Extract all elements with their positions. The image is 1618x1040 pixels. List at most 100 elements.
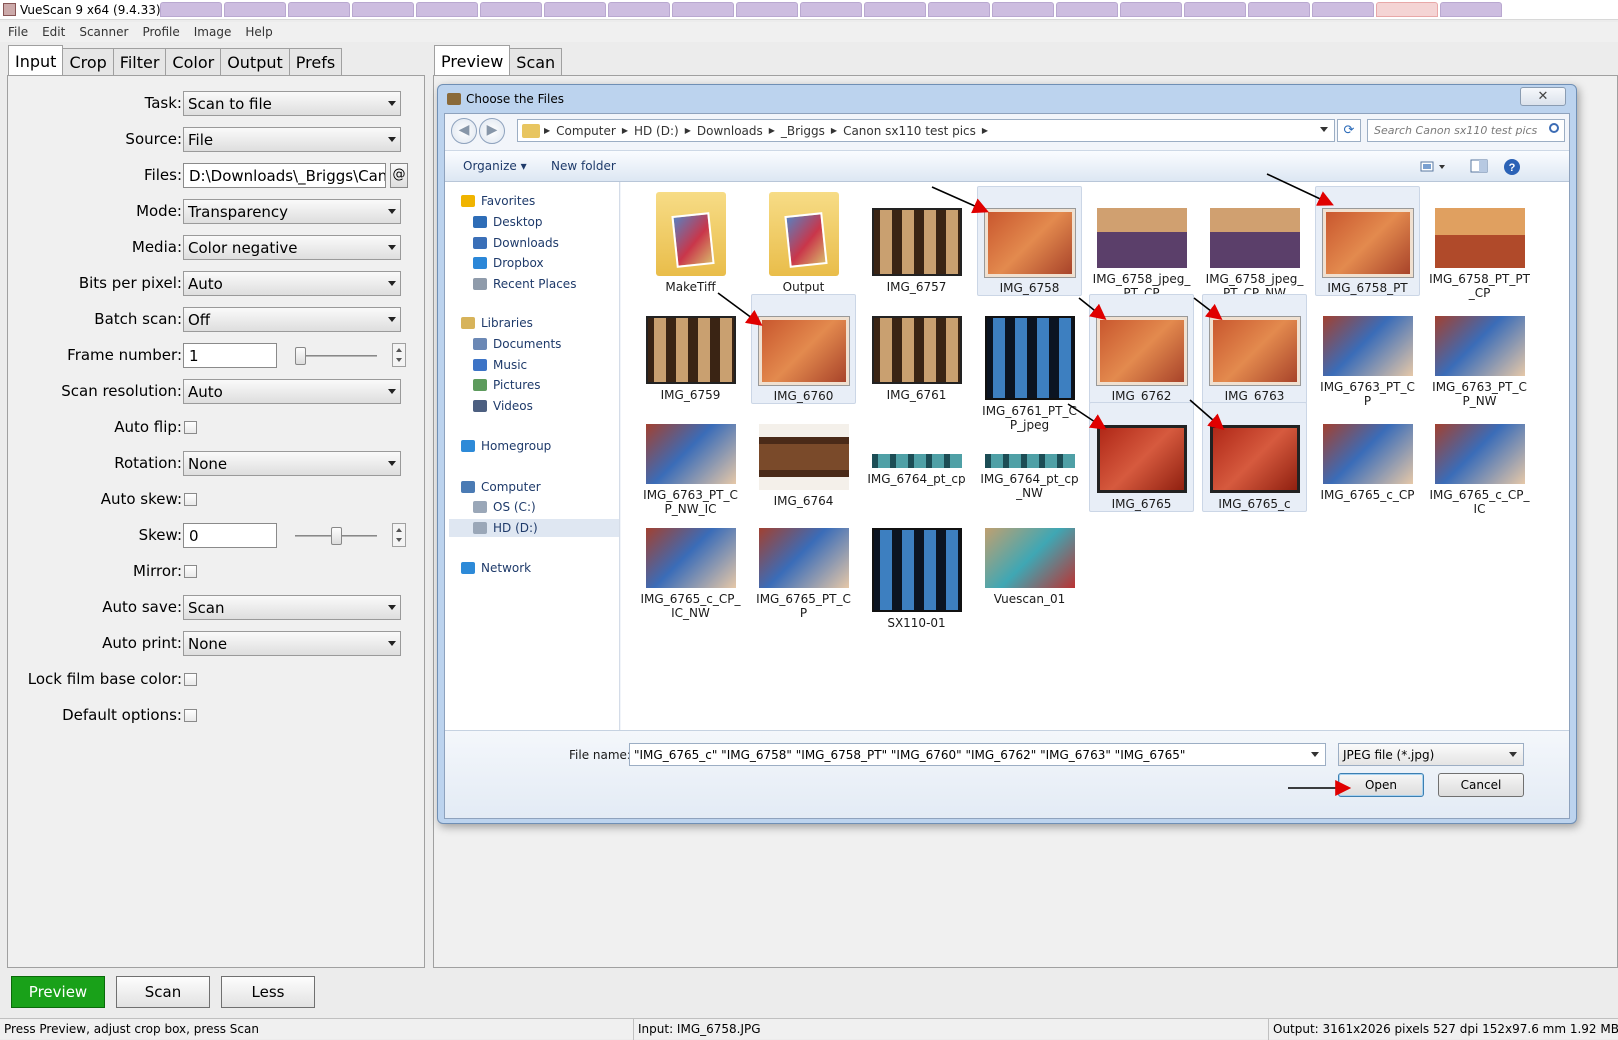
- file-item[interactable]: IMG_6764_pt_cp: [864, 402, 969, 486]
- menu-item-file[interactable]: File: [8, 25, 28, 39]
- nav-drive-d[interactable]: HD (D:): [449, 519, 619, 537]
- taskbar-tab[interactable]: [1312, 2, 1374, 17]
- nav-drive-c[interactable]: OS (C:): [473, 498, 536, 516]
- skew-spinner[interactable]: [392, 523, 406, 547]
- breadcrumb-item[interactable]: Computer: [550, 124, 622, 138]
- taskbar-tab[interactable]: [1184, 2, 1246, 17]
- taskbar-tab[interactable]: [544, 2, 606, 17]
- tab-crop[interactable]: Crop: [62, 48, 114, 75]
- lockfilm-checkbox[interactable]: [184, 673, 197, 686]
- chevron-right-icon[interactable]: ▶: [982, 126, 988, 135]
- taskbar-tab[interactable]: [736, 2, 798, 17]
- taskbar-tab[interactable]: [1248, 2, 1310, 17]
- tab-filter[interactable]: Filter: [112, 48, 167, 75]
- file-item[interactable]: IMG_6763_PT_CP: [1315, 294, 1420, 408]
- menu-item-profile[interactable]: Profile: [142, 25, 179, 39]
- media-select[interactable]: Color negative: [183, 235, 401, 260]
- autoprint-select[interactable]: None: [183, 631, 401, 656]
- tab-scan[interactable]: Scan: [509, 48, 563, 75]
- organize-button[interactable]: Organize ▾: [463, 159, 527, 173]
- tab-color[interactable]: Color: [165, 48, 222, 75]
- nav-computer[interactable]: Computer: [461, 478, 541, 496]
- skew-slider-thumb[interactable]: [331, 527, 342, 545]
- file-item[interactable]: IMG_6762: [1089, 294, 1194, 404]
- menu-item-edit[interactable]: Edit: [42, 25, 65, 39]
- file-item[interactable]: IMG_6761: [864, 294, 969, 402]
- defaults-checkbox[interactable]: [184, 709, 197, 722]
- task-select[interactable]: Scan to file: [183, 91, 401, 116]
- mode-select[interactable]: Transparency: [183, 199, 401, 224]
- breadcrumb-item[interactable]: Downloads: [691, 124, 769, 138]
- file-item[interactable]: IMG_6763: [1202, 294, 1307, 404]
- tab-preview[interactable]: Preview: [434, 45, 511, 75]
- frame-slider-thumb[interactable]: [295, 347, 306, 365]
- taskbar-tab[interactable]: [608, 2, 670, 17]
- breadcrumb-item[interactable]: _Briggs: [775, 124, 831, 138]
- nav-homegroup[interactable]: Homegroup: [461, 437, 551, 455]
- taskbar-tab[interactable]: [1440, 2, 1502, 17]
- nav-favorites[interactable]: Favorites: [461, 192, 535, 210]
- nav-music[interactable]: Music: [473, 356, 527, 374]
- tab-output[interactable]: Output: [220, 48, 290, 75]
- resolution-select[interactable]: Auto: [183, 379, 401, 404]
- preview-pane-icon[interactable]: [1469, 158, 1489, 176]
- file-item[interactable]: IMG_6765_c_CP_IC: [1427, 402, 1532, 516]
- files-input[interactable]: D:\Downloads\_Briggs\Canon: [183, 163, 386, 188]
- file-item[interactable]: SX110-01: [864, 506, 969, 630]
- menu-item-scanner[interactable]: Scanner: [79, 25, 128, 39]
- search-input[interactable]: Search Canon sx110 test pics: [1367, 119, 1565, 142]
- chevron-down-icon[interactable]: [1320, 127, 1328, 132]
- skew-input[interactable]: 0: [183, 523, 277, 548]
- chevron-down-icon[interactable]: [1311, 752, 1319, 757]
- file-item[interactable]: IMG_6763_PT_CP_NW_IC: [638, 402, 743, 516]
- taskbar-tab[interactable]: [992, 2, 1054, 17]
- taskbar-tab[interactable]: [800, 2, 862, 17]
- file-item[interactable]: Output: [751, 186, 856, 294]
- taskbar-tab[interactable]: [160, 2, 222, 17]
- taskbar-tab[interactable]: [416, 2, 478, 17]
- breadcrumb-item[interactable]: HD (D:): [628, 124, 685, 138]
- menu-item-help[interactable]: Help: [245, 25, 272, 39]
- back-arrow-icon[interactable]: ◀: [451, 118, 477, 144]
- file-item[interactable]: Vuescan_01: [977, 506, 1082, 606]
- nav-documents[interactable]: Documents: [473, 335, 561, 353]
- nav-videos[interactable]: Videos: [473, 397, 533, 415]
- file-item[interactable]: IMG_6765: [1089, 402, 1194, 512]
- nav-recent-places[interactable]: Recent Places: [473, 275, 576, 293]
- address-bar[interactable]: ▶ Computer ▶ HD (D:) ▶ Downloads ▶ _Briggs ▶ Can…: [517, 119, 1335, 142]
- file-item[interactable]: IMG_6758_PT: [1315, 186, 1420, 296]
- preview-button[interactable]: Preview: [11, 976, 105, 1008]
- taskbar-tab[interactable]: [480, 2, 542, 17]
- taskbar-tab[interactable]: [928, 2, 990, 17]
- refresh-icon[interactable]: ⟳: [1337, 119, 1361, 142]
- tab-prefs[interactable]: Prefs: [288, 48, 343, 75]
- frame-spinner[interactable]: [392, 343, 406, 367]
- file-item[interactable]: MakeTiff: [638, 186, 743, 294]
- taskbar-tab[interactable]: [224, 2, 286, 17]
- file-item[interactable]: IMG_6758_jpeg_PT_CP_NW: [1202, 186, 1307, 300]
- file-item[interactable]: IMG_6765_c_CP_IC_NW: [638, 506, 743, 620]
- file-item[interactable]: IMG_6760: [751, 294, 856, 404]
- bits-select[interactable]: Auto: [183, 271, 401, 296]
- file-item[interactable]: IMG_6765_PT_CP: [751, 506, 856, 620]
- forward-arrow-icon[interactable]: ▶: [479, 118, 505, 144]
- taskbar-tab[interactable]: [352, 2, 414, 17]
- file-item[interactable]: IMG_6764_pt_cp_NW: [977, 402, 1082, 500]
- taskbar-tab[interactable]: [1376, 2, 1438, 17]
- file-item[interactable]: IMG_6759: [638, 294, 743, 402]
- taskbar-tab[interactable]: [288, 2, 350, 17]
- help-icon[interactable]: ?: [1503, 158, 1523, 176]
- scan-button[interactable]: Scan: [116, 976, 210, 1008]
- autoskew-checkbox[interactable]: [184, 493, 197, 506]
- mirror-checkbox[interactable]: [184, 565, 197, 578]
- dialog-close-button[interactable]: ✕: [1520, 87, 1566, 106]
- source-select[interactable]: File: [183, 127, 401, 152]
- view-options-icon[interactable]: [1419, 158, 1447, 176]
- file-item[interactable]: IMG_6757: [864, 186, 969, 294]
- nav-dropbox[interactable]: Dropbox: [473, 254, 544, 272]
- files-browse-button[interactable]: @: [390, 163, 408, 188]
- nav-libraries[interactable]: Libraries: [461, 314, 533, 332]
- file-item[interactable]: IMG_6765_c: [1202, 402, 1307, 512]
- file-item[interactable]: IMG_6758_PT_PT_CP: [1427, 186, 1532, 300]
- menu-item-image[interactable]: Image: [194, 25, 232, 39]
